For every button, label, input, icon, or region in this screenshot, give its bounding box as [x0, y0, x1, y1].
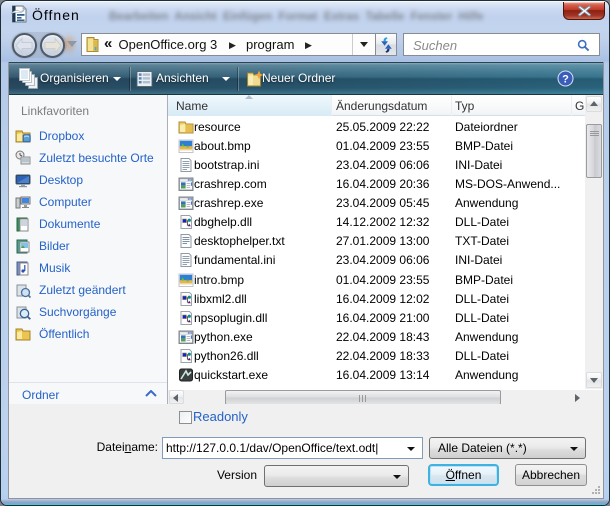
svg-text:?: ? — [562, 74, 569, 86]
